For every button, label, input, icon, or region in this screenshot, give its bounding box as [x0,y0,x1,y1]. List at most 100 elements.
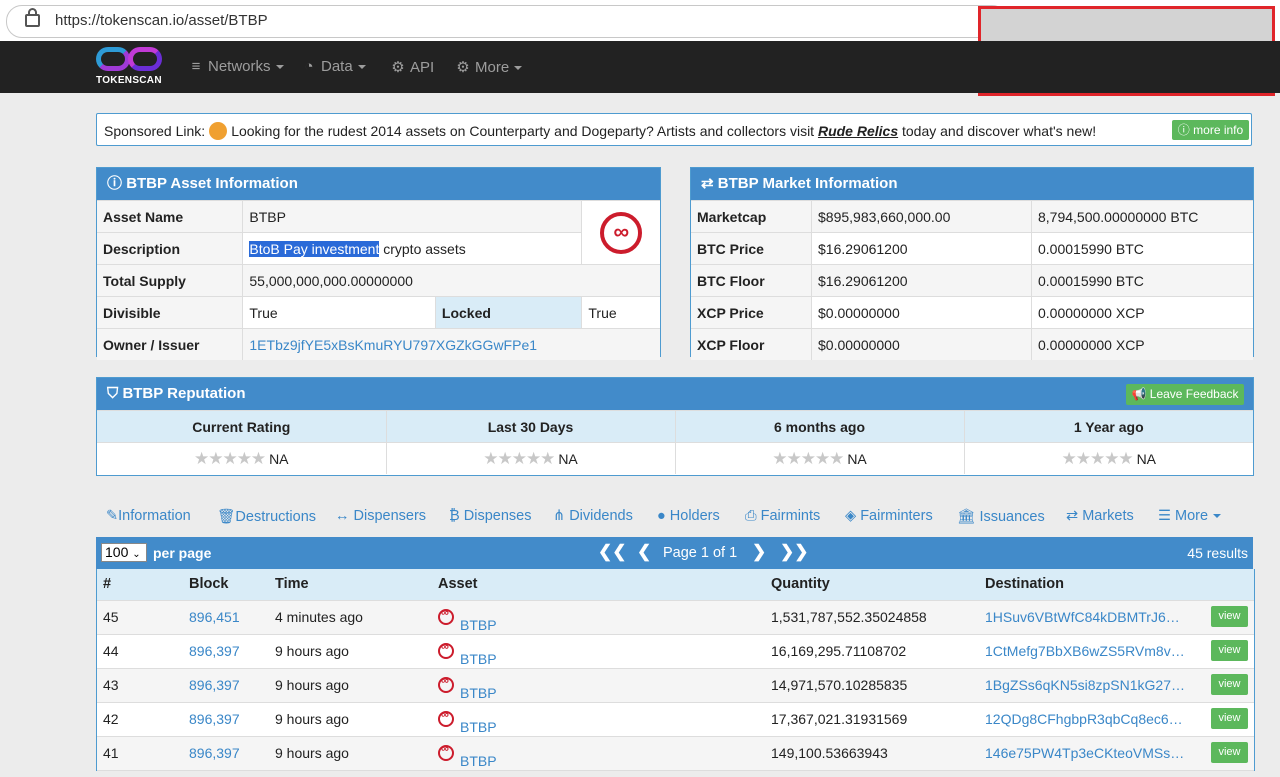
col-header-asset[interactable]: Asset [438,576,478,592]
tab-dispenses[interactable]: ₿ Dispenses [449,508,531,524]
rep-value-1year: ★★★★★ NA [963,442,1253,474]
asset-link[interactable]: BTBP [460,753,497,769]
tab-holders[interactable]: ● Holders [657,508,720,524]
next-page-icon[interactable]: ❯ [752,542,766,562]
prev-page-icon[interactable]: ❮ [637,542,651,562]
block-link[interactable]: 896,397 [189,677,240,693]
description-selected-text[interactable]: BtoB Pay investment [249,240,380,257]
col-header-quantity[interactable]: Quantity [771,576,830,592]
rep-col-current: Current Rating [97,410,386,443]
lock-icon[interactable] [25,8,40,27]
market-info-header: ⇄ BTBP Market Information [691,168,1253,200]
col-header-time[interactable]: Time [275,576,309,592]
asset-icon [438,743,454,761]
block-link[interactable]: 896,397 [189,711,240,727]
nav-more[interactable]: ⚙ More [455,58,523,76]
sponsored-text: Sponsored Link: Looking for the rudest 20… [104,122,1096,140]
view-button[interactable]: view [1211,742,1248,763]
reputation-panel: ⛉ BTBP Reputation 📢 Leave Feedback Curre… [96,377,1254,476]
nav-api[interactable]: ⚙ API [390,58,434,76]
leave-feedback-button[interactable]: 📢 Leave Feedback [1126,384,1244,405]
rating-stars-icon: ★★★★★ [1061,448,1133,468]
row-time: 4 minutes ago [275,609,363,625]
sponsored-banner: Sponsored Link: Looking for the rudest 20… [96,113,1252,146]
tab-issuances[interactable]: 🏛 Issuances [957,508,1045,525]
view-button[interactable]: view [1211,606,1248,627]
last-page-icon[interactable]: ❯❯ [780,542,809,562]
nav-data-label: Data [321,58,353,75]
asset-name-row: Asset Name BTBP ∞ [97,200,660,265]
market-info-title: BTBP Market Information [717,175,898,192]
asset-link[interactable]: BTBP [460,617,497,633]
row-quantity: 17,367,021.31931569 [771,711,908,727]
table-header-row: # Block Time Asset Quantity Destination [97,569,1254,601]
description-value: BtoB Pay investment crypto assets [242,232,582,265]
col-header-block[interactable]: Block [189,576,229,592]
row-time: 9 hours ago [275,745,349,761]
asset-info-panel: ⓘ BTBP Asset Information Asset Name BTBP… [96,167,661,360]
reputation-values-row: ★★★★★ NA ★★★★★ NA ★★★★★ NA ★★★★★ NA [97,442,1253,474]
asset-cell[interactable]: BTBP [438,675,497,701]
view-button[interactable]: view [1211,708,1248,729]
col-header-number[interactable]: # [103,576,111,592]
rep-col-6months: 6 months ago [674,410,964,443]
more-info-button[interactable]: ⓘ more info [1172,120,1249,140]
nav-data[interactable]: ◔ Data [301,58,366,75]
tab-fairminters[interactable]: ◈ Fairminters [845,508,933,524]
asset-link[interactable]: BTBP [460,719,497,735]
destination-link[interactable]: 12QDg8CFhgbpR3qbCq8ec6… [985,711,1183,727]
market-alt-value: 0.00015990 BTC [1031,232,1253,265]
nav-networks[interactable]: ≡ Networks [188,58,284,75]
locked-value: True [581,296,660,329]
asset-cell[interactable]: BTBP [438,709,497,735]
tab-destructions[interactable]: 🗑Destructions [217,508,316,525]
nav-api-label: API [410,59,435,76]
destination-link[interactable]: 1CtMefg7BbXB6wZS5RVm8v… [985,643,1185,659]
view-button[interactable]: view [1211,674,1248,695]
asset-info-title: BTBP Asset Information [126,175,298,192]
per-page-select[interactable]: 100 ⌄ [101,543,147,562]
block-link[interactable]: 896,451 [189,609,240,625]
address-bar[interactable]: https://tokenscan.io/asset/BTBP [6,5,1008,38]
asset-link[interactable]: BTBP [460,685,497,701]
asset-cell[interactable]: BTBP [438,607,497,633]
owner-label: Owner / Issuer [97,328,243,360]
divisible-label: Divisible [97,296,243,329]
market-row: XCP Price $0.00000000 0.00000000 XCP [691,296,1253,329]
owner-address-link[interactable]: 1ETbz9jfYE5xBsKmuRYU797XGZkGGwFPe1 [249,337,537,353]
block-link[interactable]: 896,397 [189,745,240,761]
sitemap-icon: ⋔ [553,508,570,524]
row-number: 43 [103,677,119,693]
market-label: BTC Floor [691,264,812,297]
block-link[interactable]: 896,397 [189,643,240,659]
destination-link[interactable]: 1BgZSs6qKN5si8zpSN1kG27… [985,677,1185,693]
paperclip-icon: ✎ [106,508,119,524]
url-text[interactable]: https://tokenscan.io/asset/BTBP [55,12,268,29]
more-info-label: more info [1193,123,1244,137]
tab-dispensers[interactable]: ↔ Dispensers [335,508,426,524]
destination-link[interactable]: 1HSuv6VBtWfC84kDBMTrJ6… [985,609,1180,625]
asset-cell[interactable]: BTBP [438,743,497,769]
rude-relics-link[interactable]: Rude Relics [818,123,898,139]
tab-markets[interactable]: ⇄ Markets [1066,508,1134,524]
destination-link[interactable]: 146e75PW4Tp3eCKteoVMSs… [985,745,1184,761]
tokenscan-logo[interactable]: TOKENSCAN [96,45,170,91]
col-header-destination[interactable]: Destination [985,576,1064,592]
market-usd-value: $0.00000000 [811,296,1032,329]
tab-more[interactable]: ☰ More [1158,508,1222,524]
tab-dividends[interactable]: ⋔ Dividends [553,508,633,524]
view-button[interactable]: view [1211,640,1248,661]
total-supply-label: Total Supply [97,264,243,297]
asset-cell[interactable]: BTBP [438,641,497,667]
sponsored-text-2: today and discover what's new! [902,123,1097,139]
asset-link[interactable]: BTBP [460,651,497,667]
description-text: crypto assets [379,240,466,257]
row-number: 42 [103,711,119,727]
info-icon: ⓘ [1177,123,1190,137]
tab-information[interactable]: ✎Information [106,508,191,524]
reputation-header-row: Current Rating Last 30 Days 6 months ago… [97,410,1253,443]
print-icon: ⎙ [745,508,761,524]
first-page-icon[interactable]: ❮❮ [598,542,627,562]
tab-fairmints[interactable]: ⎙ Fairmints [745,508,820,524]
row-quantity: 16,169,295.71108702 [771,643,907,659]
